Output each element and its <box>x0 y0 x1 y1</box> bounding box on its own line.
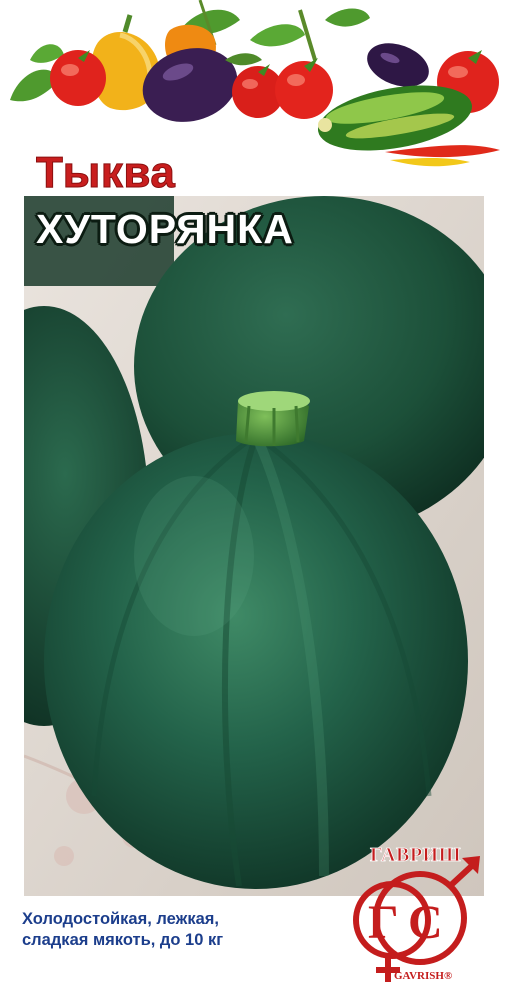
description-line: сладкая мякоть, до 10 кг <box>22 931 224 949</box>
variety-title: ХУТОРЯНКА <box>36 206 294 252</box>
pumpkin-photo-art <box>24 196 484 896</box>
seed-packet: Тыква ХУТОРЯНКА Холодостойкая, лежкая, с… <box>0 0 514 1000</box>
tomato-icon <box>50 50 106 106</box>
emblem-letter: С <box>408 896 443 949</box>
pumpkin-stem <box>236 391 310 447</box>
brand-name-lat: GAVRISH® <box>394 970 452 982</box>
product-description: Холодостойкая, лежкая, сладкая мякоть, д… <box>22 909 342 951</box>
chili-pepper-icon <box>390 158 470 167</box>
leaf-icon <box>250 24 305 47</box>
tomato-icon <box>275 58 333 119</box>
description-line: Холодостойкая, лежкая, <box>22 910 219 928</box>
crop-title: Тыква <box>35 148 176 198</box>
brand-logo: Г С ГАВРИШ GAVRISH® <box>342 842 492 1000</box>
registered-mark: ® <box>443 970 453 982</box>
brand-name-lat-text: GAVRISH <box>394 970 444 982</box>
product-photo <box>24 196 484 896</box>
brand-name-ru: ГАВРИШ <box>370 844 462 867</box>
pumpkin-main <box>44 433 468 889</box>
leaf-icon <box>325 8 370 27</box>
emblem-letter: Г <box>368 896 399 949</box>
